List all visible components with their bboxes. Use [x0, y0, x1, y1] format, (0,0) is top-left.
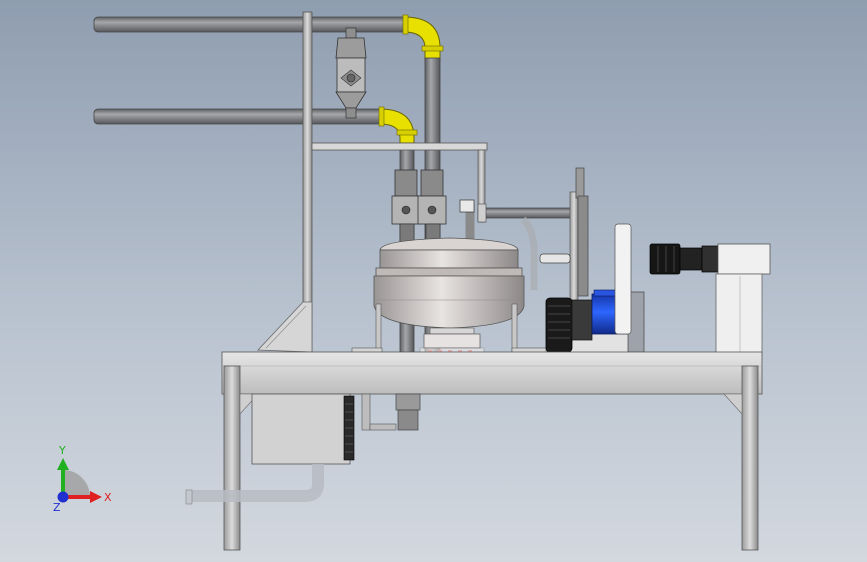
z-axis-label: Z — [53, 501, 61, 514]
frame-post[interactable] — [257, 11, 313, 355]
y-axis-arrowhead — [57, 458, 69, 470]
inlet-valve-right[interactable] — [417, 169, 447, 245]
inspection-camera[interactable] — [649, 243, 771, 355]
table-top[interactable] — [221, 351, 763, 395]
orientation-triad[interactable]: Y X Z — [53, 444, 112, 514]
x-axis-arrowhead — [90, 491, 102, 503]
pump-motor[interactable] — [591, 223, 645, 353]
check-valve[interactable] — [335, 27, 367, 119]
inlet-valve-left[interactable] — [391, 169, 421, 245]
x-axis-label: X — [104, 491, 112, 504]
assembly-drawing: Y X Z — [53, 11, 771, 551]
control-box[interactable] — [251, 393, 355, 465]
y-axis-label: Y — [58, 444, 66, 457]
cad-viewport[interactable]: Y X Z — [0, 0, 867, 562]
